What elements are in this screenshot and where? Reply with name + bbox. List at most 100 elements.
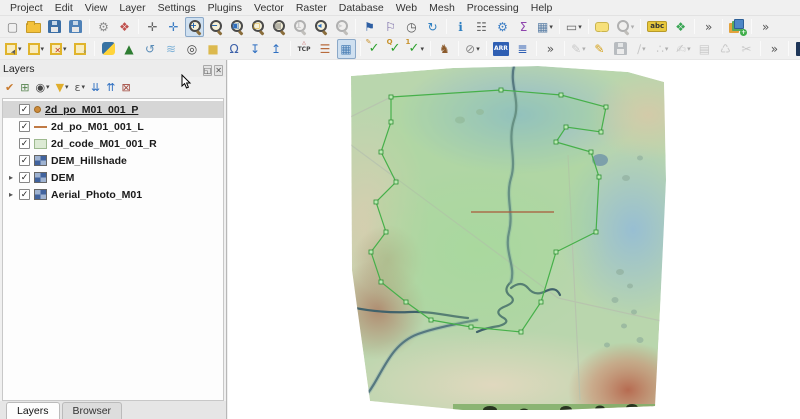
collapse-all-button[interactable]: ⇈ <box>104 78 117 96</box>
manage-map-themes-dropdown-arrow[interactable]: ▾ <box>46 83 50 91</box>
zoom-next-button[interactable]: ▸ <box>332 17 351 37</box>
statistical-summary-button[interactable]: Σ <box>514 17 533 37</box>
modify-attributes-button[interactable]: ✍ ▾ <box>674 39 693 59</box>
layer-row-DEM[interactable]: ▸ ✓ DEM <box>3 169 223 186</box>
nominatim-geocoder-dropdown-arrow[interactable]: ▾ <box>631 23 635 31</box>
clip-measure-tool-dropdown-arrow[interactable]: ▾ <box>476 45 480 53</box>
filter-legend-dropdown-arrow[interactable]: ▾ <box>65 83 69 91</box>
deselect-features-button[interactable]: ▾ <box>48 39 69 59</box>
data-source-manager-button[interactable]: + <box>727 17 748 37</box>
magnet-plugin-button[interactable]: Ω <box>225 39 244 59</box>
menu-web[interactable]: Web <box>390 1 423 15</box>
layer-label[interactable]: 2d_code_M01_001_R <box>51 138 157 150</box>
layout-manager-button[interactable]: ⚙ <box>94 17 113 37</box>
measure-line-dropdown-arrow[interactable]: ▾ <box>578 23 582 31</box>
target-plugin-button[interactable]: ◎ <box>183 39 202 59</box>
refresh-map-button[interactable]: ↻ <box>423 17 442 37</box>
check-topology-button[interactable]: ✓ 1 ▾ <box>406 39 426 59</box>
layer-label[interactable]: DEM <box>51 172 74 184</box>
measure-line-button[interactable]: ▭ ▾ <box>564 17 584 37</box>
layer-row-DEM_Hillshade[interactable]: ✓ DEM_Hillshade <box>3 152 223 169</box>
open-project-button[interactable] <box>24 17 43 37</box>
animal-plugin-button[interactable]: ♞ <box>435 39 454 59</box>
check-digitizing-button[interactable]: ✓ ✎ <box>365 39 384 59</box>
vertex-tool-button[interactable]: ∴ ▾ <box>653 39 672 59</box>
layer-row-2d_po_M01_001_L[interactable]: ✓ 2d_po_M01_001_L <box>3 118 223 135</box>
toolbar2-overflow-left-button[interactable]: » <box>541 39 560 59</box>
map-tips-button[interactable] <box>593 17 612 37</box>
style-manager-button[interactable]: ❖ <box>115 17 134 37</box>
deselect-features-dropdown-arrow[interactable]: ▾ <box>63 45 67 53</box>
zoom-to-layer-button[interactable]: ▤ <box>269 17 288 37</box>
add-group-button[interactable]: ⊞ <box>18 78 31 96</box>
zoom-native-resolution-button[interactable]: 1 <box>290 17 309 37</box>
menu-mesh[interactable]: Mesh <box>423 1 461 15</box>
layer-label[interactable]: 2d_po_M01_001_L <box>51 121 144 133</box>
identify-features-button[interactable]: ℹ <box>451 17 470 37</box>
add-line-feature-button[interactable]: ∕ ▾ <box>632 39 651 59</box>
python-console-button[interactable] <box>99 39 118 59</box>
zoom-last-button[interactable]: ◂ <box>311 17 330 37</box>
tcp-plugin-button[interactable]: ∴ TCP <box>295 39 314 59</box>
vertex-tool-dropdown-arrow[interactable]: ▾ <box>665 45 669 53</box>
zoom-out-button[interactable]: − <box>206 17 225 37</box>
modify-attributes-dropdown-arrow[interactable]: ▾ <box>687 45 691 53</box>
map-canvas[interactable] <box>228 60 800 419</box>
menu-database[interactable]: Database <box>333 1 390 15</box>
float-panel-button[interactable]: ◱ <box>202 64 213 76</box>
menu-project[interactable]: Project <box>4 1 49 15</box>
import-layer-plugin-button[interactable]: ↥ <box>267 39 286 59</box>
save-project-as-button[interactable] <box>66 17 85 37</box>
tab-browser[interactable]: Browser <box>61 402 123 419</box>
menu-processing[interactable]: Processing <box>461 1 525 15</box>
current-edits-dropdown-arrow[interactable]: ▾ <box>582 45 586 53</box>
menu-raster[interactable]: Raster <box>290 1 333 15</box>
layer-checkbox[interactable]: ✓ <box>19 172 30 183</box>
processing-toolbox-button[interactable]: ⚙ <box>493 17 512 37</box>
terrain-shading-plugin-button[interactable]: ▲ <box>120 39 139 59</box>
help-contents-button[interactable]: ? <box>793 39 800 59</box>
current-edits-button[interactable]: ✎ ▾ <box>569 39 588 59</box>
open-attribute-table-dropdown-arrow[interactable]: ▾ <box>549 23 553 31</box>
remove-layer-group-button[interactable]: ⊠ <box>119 78 132 96</box>
select-features-by-value-button[interactable]: ▾ <box>26 39 47 59</box>
add-line-feature-dropdown-arrow[interactable]: ▾ <box>642 45 646 53</box>
menu-help[interactable]: Help <box>525 1 559 15</box>
select-features-by-value-dropdown-arrow[interactable]: ▾ <box>41 45 45 53</box>
layer-label[interactable]: Aerial_Photo_M01 <box>51 189 142 201</box>
manage-map-themes-button[interactable]: ◉ ▾ <box>33 78 51 96</box>
filter-by-expression-dropdown-arrow[interactable]: ▾ <box>82 83 86 91</box>
expander-icon[interactable]: ▸ <box>7 173 15 182</box>
layer-row-2d_po_M01_001_P[interactable]: ✓ 2d_po_M01_001_P <box>3 101 223 118</box>
pan-to-selection-button[interactable]: ✛ <box>164 17 183 37</box>
nominatim-geocoder-button[interactable]: ▾ <box>614 17 637 37</box>
zoom-in-button[interactable]: + <box>185 16 204 37</box>
menu-layer[interactable]: Layer <box>113 1 151 15</box>
select-features-button[interactable]: ▾ <box>3 39 24 59</box>
new-spatial-bookmark-button[interactable]: ⚑ <box>360 17 379 37</box>
save-layer-edits-button[interactable] <box>611 39 630 59</box>
pan-map-button[interactable]: ✛ <box>143 17 162 37</box>
arr-plugin-button[interactable]: ARR <box>491 39 511 59</box>
toolbar1-overflow-right-button[interactable]: » <box>756 17 775 37</box>
check-quality-button[interactable]: ✓ Q <box>386 39 405 59</box>
toolbar2-overflow-right-button[interactable]: » <box>765 39 784 59</box>
freeze-raster-plugin-button[interactable]: ≋ <box>162 39 181 59</box>
new-project-button[interactable]: ▢ <box>3 17 22 37</box>
check-topology-dropdown-arrow[interactable]: ▾ <box>420 45 424 53</box>
download-plugin-button[interactable]: ↧ <box>246 39 265 59</box>
zoom-to-selection-button[interactable]: ▢ <box>248 17 267 37</box>
menu-plugins[interactable]: Plugins <box>202 1 248 15</box>
layer-checkbox[interactable]: ✓ <box>19 155 30 166</box>
show-bookmarks-button[interactable]: ⚐ <box>381 17 400 37</box>
open-layer-styling-button[interactable]: ✔ <box>3 78 16 96</box>
layer-label[interactable]: DEM_Hillshade <box>51 155 127 167</box>
field-calculator-button[interactable]: ☷ <box>472 17 491 37</box>
notes-tool-button[interactable]: ▤ <box>695 39 714 59</box>
menu-edit[interactable]: Edit <box>49 1 79 15</box>
layer-checkbox[interactable]: ✓ <box>19 189 30 200</box>
raster-image-tool-button[interactable]: ▦ <box>336 38 356 59</box>
cut-features-button[interactable]: ✂ <box>737 39 756 59</box>
toggle-editing-button[interactable]: ✎ <box>590 39 609 59</box>
layer-diagram-options-button[interactable]: ❖ <box>671 17 690 37</box>
